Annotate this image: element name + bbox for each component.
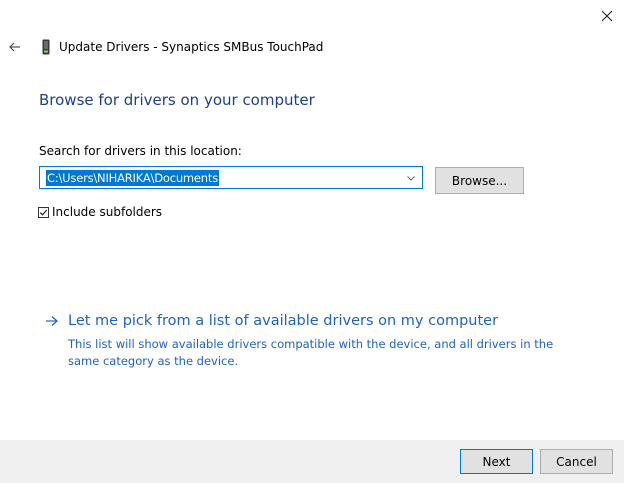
include-subfolders-checkbox[interactable]: Include subfolders [38,204,162,220]
pick-driver-description: This list will show available drivers co… [68,337,554,368]
close-icon [601,10,613,22]
back-button[interactable] [5,37,25,57]
title-bar: Update Drivers - Synaptics SMBus TouchPa… [0,30,624,64]
checkmark-icon [39,209,48,216]
search-location-label: Search for drivers in this location: [39,144,242,158]
back-arrow-icon [9,42,20,52]
chevron-down-icon [407,175,415,181]
page-heading: Browse for drivers on your computer [39,91,315,109]
browse-button[interactable]: Browse... [435,167,524,194]
touchpad-device-icon [42,39,50,55]
close-button[interactable] [592,2,622,30]
pick-driver-link[interactable]: Let me pick from a list of available dri… [45,313,498,329]
right-arrow-icon [45,314,61,328]
dialog-footer: Next Cancel [0,440,624,483]
window-title: Update Drivers - Synaptics SMBus TouchPa… [59,40,324,54]
checkbox-box[interactable] [38,206,49,218]
pick-driver-link-label[interactable]: Let me pick from a list of available dri… [68,313,498,329]
cancel-button[interactable]: Cancel [540,449,613,474]
driver-path-input[interactable]: C:\Users\NIHARIKA\Documents [46,170,219,186]
update-drivers-dialog: Update Drivers - Synaptics SMBus TouchPa… [0,0,624,483]
driver-path-combobox[interactable]: C:\Users\NIHARIKA\Documents [39,166,423,189]
include-subfolders-label: Include subfolders [52,205,163,219]
dropdown-button[interactable] [404,171,418,185]
next-button[interactable]: Next [460,449,533,474]
